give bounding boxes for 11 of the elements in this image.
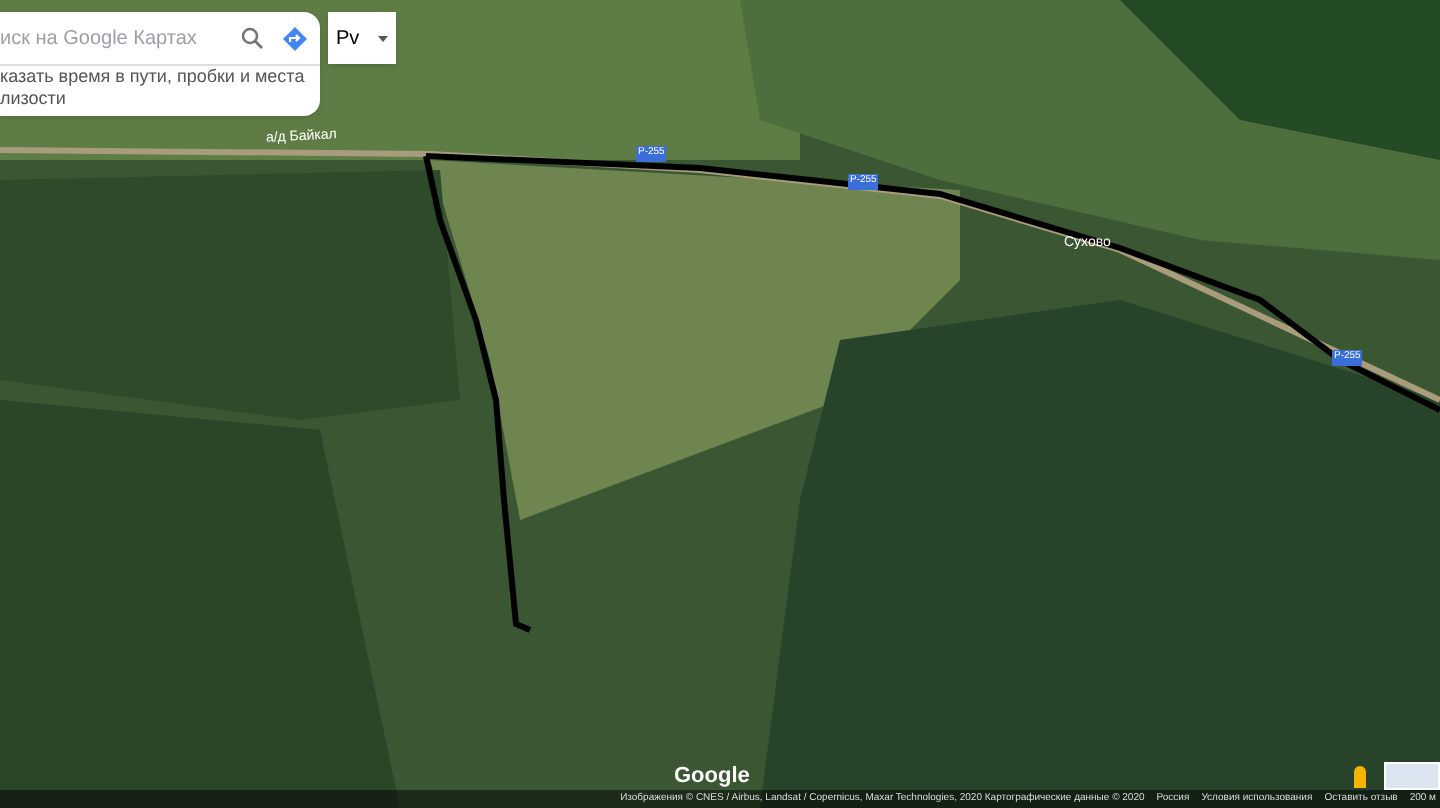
dropdown-caret-icon xyxy=(378,35,388,41)
map-logo: Google xyxy=(674,762,750,792)
search-field[interactable]: иск на Google Картах xyxy=(0,12,320,64)
directions-icon[interactable] xyxy=(282,25,308,51)
search-hint[interactable]: казать время в пути, пробки и места лизости xyxy=(0,64,320,110)
search-icon[interactable] xyxy=(240,26,264,50)
imagery-thumbnail[interactable] xyxy=(1384,762,1440,790)
pegman-icon[interactable] xyxy=(1354,766,1366,788)
search-input[interactable]: иск на Google Картах xyxy=(0,23,234,53)
language-dropdown[interactable]: Рv xyxy=(328,12,396,64)
satellite-map-drawing[interactable] xyxy=(0,0,1440,808)
